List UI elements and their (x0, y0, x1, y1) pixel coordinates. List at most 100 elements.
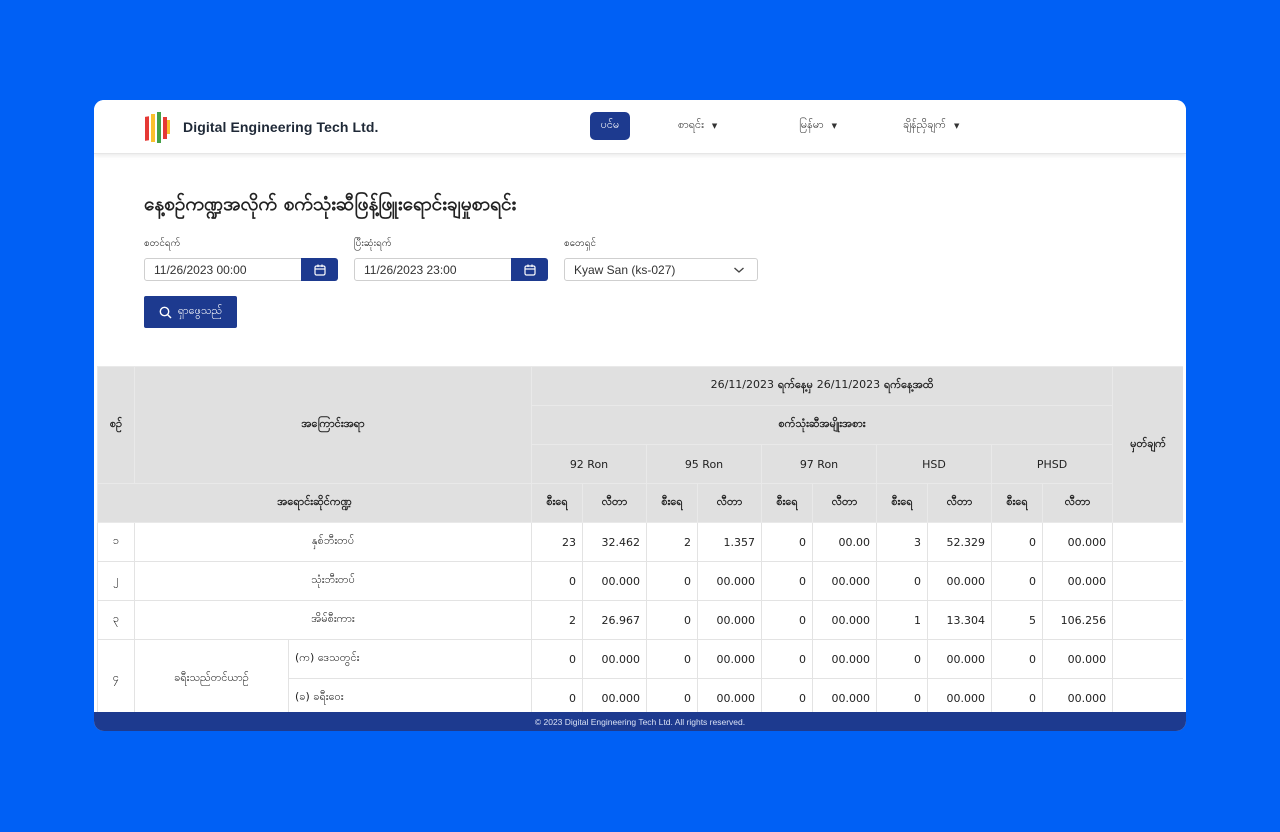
caret-down-icon: ▼ (831, 122, 838, 130)
row-label: အိမ်စီးကား (134, 600, 532, 640)
cell-value: 00.000 (697, 600, 762, 640)
row-number: ၃ (97, 600, 135, 640)
cell-remark (1112, 678, 1183, 712)
cell-value: 0 (646, 678, 698, 712)
cell-value: 0 (761, 600, 813, 640)
cell-value: 0 (761, 639, 813, 679)
calendar-icon (313, 264, 326, 276)
nav-home-button[interactable]: ပင်မ (590, 112, 630, 140)
cell-value: 00.000 (812, 639, 877, 679)
cell-value: 00.00 (812, 522, 877, 562)
cashier-select[interactable]: Kyaw San (ks-027) (564, 258, 758, 281)
row-label: ခရီးသည်တင်ယာဉ် (134, 639, 289, 712)
search-icon (159, 306, 172, 319)
fuel-header-hsd: HSD (876, 444, 992, 484)
caret-down-icon: ▼ (711, 122, 718, 130)
caret-down-icon: ▼ (953, 122, 960, 130)
sub-header-count: စီးရေ (761, 483, 813, 523)
cell-value: 00.000 (1041, 678, 1114, 712)
start-date-input[interactable]: 11/26/2023 00:00 (144, 258, 302, 281)
company-logo-icon[interactable] (144, 111, 172, 144)
cell-value: 2 (646, 522, 698, 562)
cell-remark (1112, 639, 1183, 679)
cell-remark (1112, 561, 1183, 601)
cell-value: 32.462 (582, 522, 647, 562)
row-label: သုံးဘီးတပ် (134, 561, 532, 601)
cashier-select-value: Kyaw San (ks-027) (574, 262, 676, 277)
nav-lists-dropdown[interactable]: စာရင်း ▼ (678, 118, 717, 134)
end-date-calendar-button[interactable] (511, 258, 548, 281)
row-sub-label: (က) ဒေသတွင်း (288, 639, 532, 679)
fuel-header-92: 92 Ron (531, 444, 647, 484)
row-number: ၄ (97, 639, 135, 712)
col-header-description: အကြောင်းအရာ (134, 366, 532, 484)
nav-settings-dropdown[interactable]: ချိန်ညှိချက် ▼ (903, 118, 959, 134)
date-range-header: 26/11/2023 ရက်နေ့မှ 26/11/2023 ရက်နေ့အထိ (530, 366, 1114, 406)
col-header-remark: မှတ်ချက် (1112, 366, 1183, 523)
cell-value: 00.000 (812, 600, 877, 640)
fuel-header-phsd: PHSD (990, 444, 1114, 484)
chevron-down-icon (734, 267, 744, 273)
row-label: နှစ်ဘီးတပ် (134, 522, 532, 562)
date-from: 26/11/2023 (710, 378, 775, 391)
end-date-label: ပြီးဆုံးရက် (354, 238, 392, 249)
cell-value: 00.000 (582, 561, 647, 601)
top-navbar: Digital Engineering Tech Ltd. ပင်မ စာရင်… (94, 100, 1186, 154)
cell-value: 13.304 (927, 600, 992, 640)
sub-header-liter: လီတာ (582, 483, 647, 523)
cell-value: 00.000 (1041, 639, 1114, 679)
cell-value: 00.000 (927, 561, 992, 601)
search-button-label: ရှာဖွေသည် (177, 304, 223, 317)
page-title: နေ့စဉ်ကဏ္ဍအလိုက် စက်သုံးဆီဖြန့်ဖြူးရောင်… (144, 193, 517, 215)
cell-value: 00.000 (1041, 561, 1114, 601)
cell-value: 00.000 (697, 639, 762, 679)
start-date-calendar-button[interactable] (301, 258, 338, 281)
table-row: ၃ အိမ်စီးကား 2 26.967 0 00.000 0 00.000 … (97, 600, 1183, 640)
cell-value: 00.000 (927, 678, 992, 712)
cell-value: 0 (531, 678, 583, 712)
cell-value: 52.329 (927, 522, 992, 562)
cell-value: 0 (876, 678, 928, 712)
table-row: ၂ သုံးဘီးတပ် 0 00.000 0 00.000 0 00.000 … (97, 561, 1183, 601)
brand-name[interactable]: Digital Engineering Tech Ltd. (183, 119, 379, 135)
sub-header-liter: လီတာ (812, 483, 877, 523)
cell-value: 0 (531, 639, 583, 679)
cell-value: 0 (991, 678, 1043, 712)
sub-header-count: စီးရေ (531, 483, 583, 523)
cell-remark (1112, 522, 1183, 562)
cell-value: 1.357 (697, 522, 762, 562)
cell-value: 00.000 (697, 678, 762, 712)
footer-copyright: © 2023 Digital Engineering Tech Ltd. All… (534, 716, 746, 727)
cell-value: 26.967 (582, 600, 647, 640)
sub-header-count: စီးရေ (876, 483, 928, 523)
cell-value: 0 (531, 561, 583, 601)
cell-value: 0 (646, 639, 698, 679)
search-button[interactable]: ရှာဖွေသည် (144, 296, 237, 328)
cell-value: 106.256 (1041, 600, 1114, 640)
cell-value: 00.000 (1041, 522, 1114, 562)
cell-value: 0 (761, 522, 813, 562)
sub-header-liter: လီတာ (1041, 483, 1114, 523)
date-to-suffix: ရက်နေ့အထိ (883, 378, 934, 391)
start-date-label: စတင်ရက် (144, 238, 181, 249)
cell-value: 0 (991, 561, 1043, 601)
row-number: ၂ (97, 561, 135, 601)
app-window: Digital Engineering Tech Ltd. ပင်မ စာရင်… (94, 100, 1186, 731)
sales-category-header: အရောင်းဆိုင်ကဏ္ဍ (97, 483, 532, 523)
cell-value: 00.000 (697, 561, 762, 601)
cell-value: 1 (876, 600, 928, 640)
cell-value: 0 (876, 639, 928, 679)
end-date-input[interactable]: 11/26/2023 23:00 (354, 258, 512, 281)
calendar-icon (523, 264, 536, 276)
cell-value: 0 (761, 561, 813, 601)
fuel-header-97: 97 Ron (761, 444, 877, 484)
sub-header-liter: လီတာ (927, 483, 992, 523)
report-table-container[interactable]: စဉ် အကြောင်းအရာ 26/11/2023 ရက်နေ့မှ 26/1… (97, 366, 1183, 712)
footer: © 2023 Digital Engineering Tech Ltd. All… (94, 712, 1186, 731)
cell-value: 0 (646, 561, 698, 601)
sub-header-liter: လီတာ (697, 483, 762, 523)
cell-value: 23 (531, 522, 583, 562)
nav-language-dropdown[interactable]: မြန်မာ ▼ (799, 118, 837, 134)
cell-value: 00.000 (812, 678, 877, 712)
fuel-type-header: စက်သုံးဆီအမျိုးအစား (530, 405, 1114, 445)
